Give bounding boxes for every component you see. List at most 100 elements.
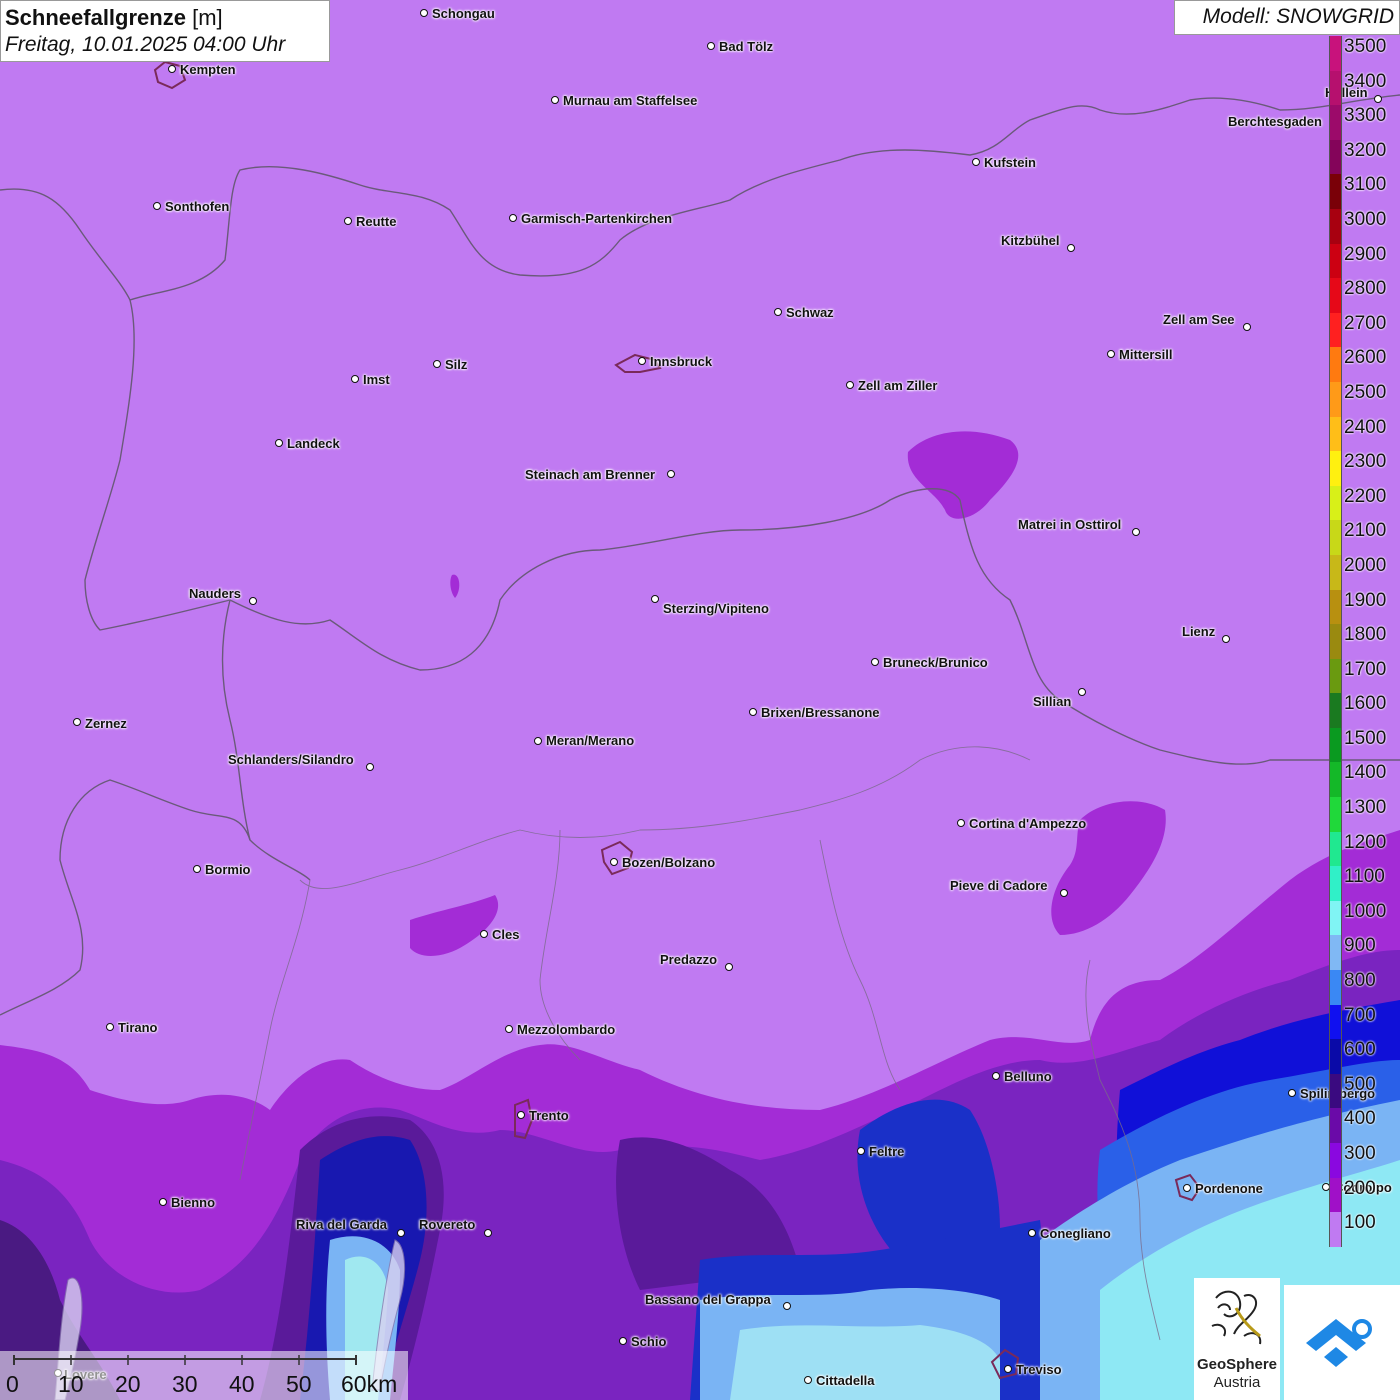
city-label: Kempten [180,62,236,77]
city-marker [484,1229,492,1237]
city-marker [783,1302,791,1310]
city-marker [619,1337,627,1345]
map-title: Schneefallgrenze [m] [5,4,325,32]
legend-label: 2800 [1344,278,1387,300]
city-label: Meran/Merano [546,733,635,748]
legend-label: 700 [1344,1004,1376,1026]
legend-item: 3100 [1329,174,1400,209]
legend-label: 2900 [1344,243,1387,265]
city-label: Schongau [432,6,495,21]
city-label: Steinach am Brenner [525,467,656,482]
legend-swatch [1329,312,1342,348]
legend-label: 2400 [1344,416,1387,438]
city-label: Mezzolombardo [517,1022,616,1037]
legend-item: 1100 [1329,866,1400,901]
city-marker [972,158,980,166]
city-label: Feltre [869,1144,905,1159]
city-label: Kitzbühel [1001,233,1060,248]
legend-item: 3300 [1329,105,1400,140]
legend-item: 3400 [1329,70,1400,106]
weather-app-logo[interactable] [1284,1285,1400,1400]
legend-item: 200 [1329,1177,1400,1213]
legend-swatch [1329,900,1342,936]
city-label: Belluno [1004,1069,1052,1084]
legend-label: 1200 [1344,831,1387,853]
legend-item: 1800 [1329,624,1400,659]
legend-swatch [1329,1039,1342,1074]
city-label: Silz [445,357,468,372]
legend-item: 2300 [1329,451,1400,486]
city-label: Landeck [287,436,340,451]
legend-swatch [1329,1004,1342,1040]
city-label: Mittersill [1119,347,1173,362]
city-label: Pieve di Cadore [950,878,1048,893]
title-unit: [m] [192,5,223,30]
city-label: Schio [631,1334,667,1349]
city-marker [774,308,782,316]
legend-swatch [1329,36,1342,71]
legend-label: 1600 [1344,693,1387,715]
city-marker [1067,244,1075,252]
city-marker [397,1229,405,1237]
logo-name-line1: GeoSphere [1196,1356,1278,1373]
legend-swatch [1329,70,1342,106]
legend-swatch [1329,347,1342,382]
legend-label: 1000 [1344,900,1387,922]
city-marker [1222,635,1230,643]
legend-label: 400 [1344,1108,1376,1130]
city-marker [804,1376,812,1384]
city-marker [707,42,715,50]
city-marker [420,9,428,17]
legend-item: 2200 [1329,485,1400,521]
city-label: Rovereto [419,1217,476,1232]
city-marker [651,595,659,603]
legend-label: 1800 [1344,624,1387,646]
legend-label: 500 [1344,1073,1376,1095]
city-label: Murnau am Staffelsee [563,93,698,108]
legend-label: 3400 [1344,70,1387,92]
legend-item: 300 [1329,1143,1400,1178]
city-marker [73,718,81,726]
legend-swatch [1329,174,1342,209]
legend-label: 1100 [1344,866,1385,888]
legend-label: 1700 [1344,658,1387,680]
legend-item: 2800 [1329,278,1400,313]
legend-swatch [1329,1177,1342,1213]
geosphere-logo[interactable]: GeoSphere Austria [1194,1278,1280,1400]
city-label: Innsbruck [650,354,713,369]
map-title-box: Schneefallgrenze [m] Freitag, 10.01.2025… [0,0,330,62]
map-date: Freitag, 10.01.2025 04:00 Uhr [5,33,286,56]
scale-label-20: 20 [115,1371,141,1397]
legend-item: 2500 [1329,381,1400,417]
city-label: Bormio [205,862,251,877]
city-label: Kufstein [984,155,1036,170]
city-label: Cles [492,927,520,942]
legend-label: 3000 [1344,208,1387,230]
city-marker [480,930,488,938]
legend-label: 1500 [1344,727,1387,749]
legend-item: 1200 [1329,831,1400,867]
legend-swatch [1329,693,1342,728]
scale-label-50: 50 [286,1371,312,1397]
city-marker [1004,1365,1012,1373]
legend-item: 1700 [1329,658,1400,694]
geosphere-logo-icon [1211,1290,1262,1345]
city-label: Trento [529,1108,569,1123]
city-marker [159,1198,167,1206]
legend-label: 800 [1344,970,1376,992]
legend-label: 600 [1344,1039,1376,1061]
title-main-text: Schneefallgrenze [5,5,186,30]
city-label: Bassano del Grappa [645,1292,771,1307]
legend-swatch [1329,139,1342,175]
legend-item: 600 [1329,1039,1400,1074]
legend-item: 100 [1329,1212,1400,1247]
city-label: Zernez [85,716,127,731]
city-label: Imst [363,372,390,387]
city-label: Matrei in Osttirol [1018,517,1122,532]
city-label: Pordenone [1195,1181,1263,1196]
city-label: Garmisch-Partenkirchen [521,211,673,226]
legend-item: 400 [1329,1108,1400,1143]
city-label: Berchtesgaden [1228,114,1322,129]
city-label: Sterzing/Vipiteno [663,601,769,616]
legend-label: 900 [1344,935,1376,957]
